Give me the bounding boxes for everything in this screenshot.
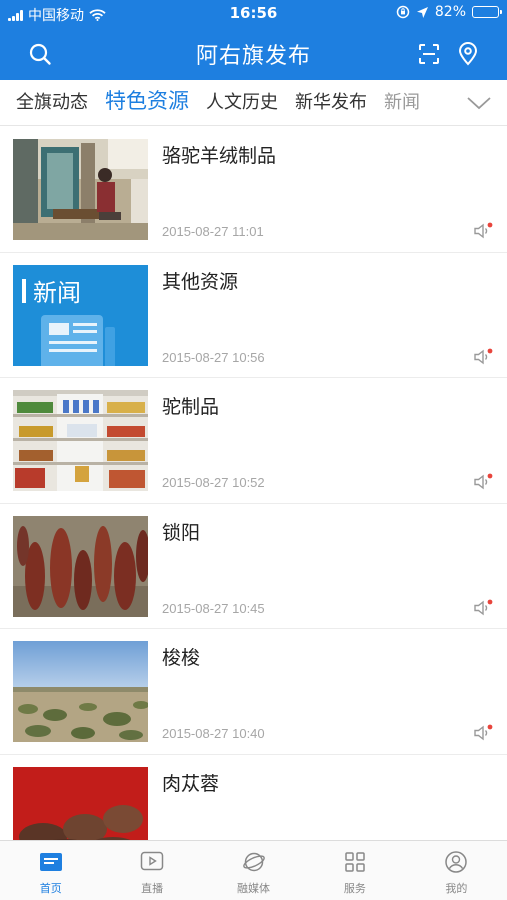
status-bar: 中国移动 16:56 82% — [0, 0, 507, 28]
news-date: 2015-08-27 11:01 — [162, 224, 264, 239]
news-thumbnail: 新闻 — [13, 264, 148, 366]
nav-home[interactable]: 首页 — [0, 841, 101, 900]
news-item[interactable]: 驼制品 2015-08-27 10:52 — [0, 378, 507, 504]
news-item[interactable]: 肉苁蓉 — [0, 755, 507, 840]
news-item[interactable]: 锁阳 2015-08-27 10:45 — [0, 504, 507, 629]
nav-media-label: 融媒体 — [237, 882, 271, 895]
news-title: 骆驼羊绒制品 — [162, 145, 277, 167]
news-thumbnail — [13, 766, 148, 840]
planet-icon — [241, 849, 267, 875]
speaker-icon[interactable] — [473, 473, 493, 491]
rotation-lock-icon — [396, 5, 410, 19]
nav-profile[interactable]: 我的 — [406, 841, 507, 900]
news-list: 骆驼羊绒制品 2015-08-27 11:01 新闻 其他资源 2015-08-… — [0, 127, 507, 840]
tab-track: 全旗动态 特色资源 人文历史 新华发布 新闻 — [16, 88, 420, 116]
news-title: 其他资源 — [162, 270, 239, 293]
live-play-icon — [139, 849, 165, 875]
speaker-icon[interactable] — [473, 724, 493, 742]
news-title: 梭梭 — [162, 647, 201, 669]
news-date: 2015-08-27 10:52 — [162, 475, 265, 490]
news-item[interactable]: 骆驼羊绒制品 2015-08-27 11:01 — [0, 127, 507, 253]
status-right: 82% — [396, 4, 502, 20]
speaker-icon[interactable] — [473, 599, 493, 617]
grid-icon — [342, 849, 368, 875]
bottom-nav: 首页 直播 融媒体 服务 我的 — [0, 840, 507, 900]
user-icon — [443, 849, 469, 875]
location-arrow-icon — [416, 6, 428, 18]
nav-media[interactable]: 融媒体 — [203, 841, 304, 900]
news-title: 驼制品 — [162, 396, 220, 418]
nav-service-label: 服务 — [343, 882, 366, 895]
news-item[interactable]: 梭梭 2015-08-27 10:40 — [0, 629, 507, 755]
news-thumbnail — [13, 390, 148, 491]
news-thumbnail — [13, 641, 148, 742]
nav-live[interactable]: 直播 — [101, 841, 202, 900]
app-screen: 中国移动 16:56 82% 阿右旗发布 全旗动态 特色资源 人文历史 新华发布… — [0, 0, 507, 900]
speaker-icon[interactable] — [473, 222, 493, 240]
tab-renwen-lishi[interactable]: 人文历史 — [206, 90, 278, 116]
home-icon — [38, 849, 64, 875]
nav-service[interactable]: 服务 — [304, 841, 405, 900]
tab-quanqi-dongtai[interactable]: 全旗动态 — [16, 90, 88, 116]
nav-live-label: 直播 — [141, 882, 164, 895]
tab-xinwen[interactable]: 新闻 — [384, 90, 420, 116]
speaker-icon[interactable] — [473, 348, 493, 366]
news-date: 2015-08-27 10:56 — [162, 349, 265, 365]
chevron-down-icon[interactable] — [459, 80, 499, 125]
category-tabs: 全旗动态 特色资源 人文历史 新华发布 新闻 — [0, 80, 507, 126]
news-thumbnail — [13, 515, 148, 617]
news-title: 锁阳 — [162, 521, 201, 544]
top-bar: 中国移动 16:56 82% 阿右旗发布 — [0, 0, 507, 80]
battery-icon — [472, 6, 502, 18]
battery-percent: 82% — [434, 4, 466, 20]
news-thumbnail — [13, 139, 148, 240]
news-item[interactable]: 新闻 其他资源 2015-08-27 10:56 — [0, 253, 507, 378]
tab-xinhua-fabu[interactable]: 新华发布 — [295, 90, 367, 116]
news-date: 2015-08-27 10:40 — [162, 726, 265, 741]
scan-icon[interactable] — [415, 40, 443, 68]
news-thumb-text: 新闻 — [33, 279, 81, 307]
tab-tese-ziyuan[interactable]: 特色资源 — [105, 88, 189, 116]
location-pin-icon[interactable] — [454, 40, 482, 68]
news-date: 2015-08-27 10:45 — [162, 600, 265, 616]
app-header: 阿右旗发布 — [0, 28, 507, 80]
news-title: 肉苁蓉 — [162, 772, 220, 795]
nav-home-label: 首页 — [39, 882, 62, 895]
nav-profile-label: 我的 — [445, 882, 468, 895]
